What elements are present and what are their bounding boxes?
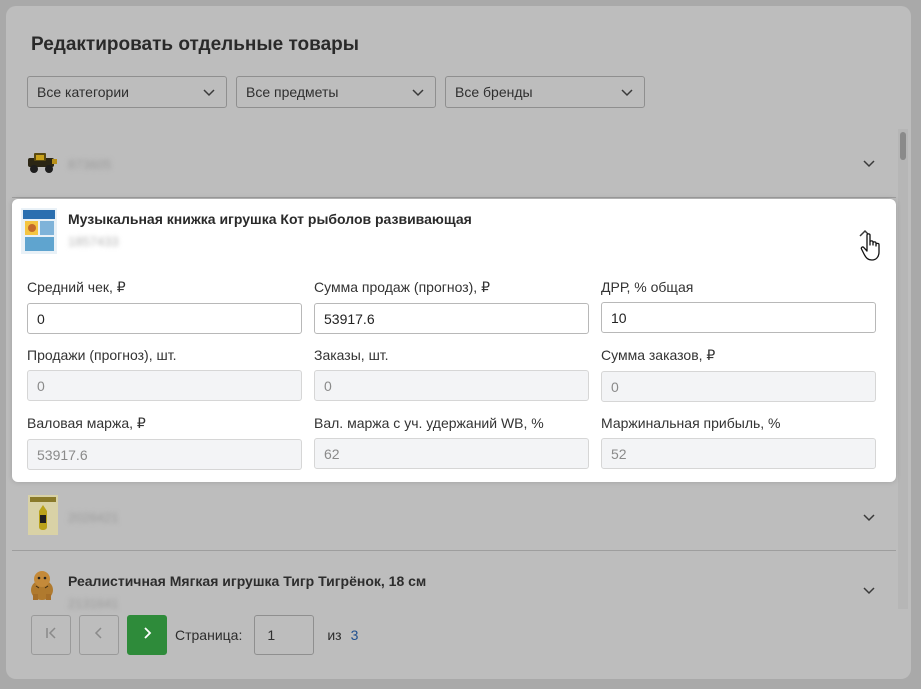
product-row[interactable]: 2026421: [12, 483, 896, 551]
chevron-down-icon: [202, 85, 216, 99]
filters-bar: Все категории Все предметы Все бренды: [27, 76, 645, 108]
product-name: Реалистичная Мягкая игрушка Тигр Тигрёно…: [68, 573, 427, 589]
product-sku: 2026421: [68, 510, 119, 525]
brand-select[interactable]: Все бренды: [445, 76, 645, 108]
page-number-input[interactable]: 1: [254, 615, 315, 655]
of-label: из: [327, 627, 342, 643]
product-sku: 2131641: [68, 596, 119, 611]
sales-forecast-qty-input: 0: [27, 370, 302, 401]
category-select[interactable]: Все категории: [27, 76, 227, 108]
product-thumbnail: [26, 493, 60, 542]
first-page-button[interactable]: [31, 615, 71, 655]
product-thumbnail: [21, 208, 57, 259]
chevron-left-icon: [92, 626, 106, 645]
subject-select-value: Все предметы: [246, 84, 339, 100]
orders-qty-field: Заказы, шт. 0: [314, 347, 589, 401]
scrollbar-thumb[interactable]: [900, 132, 906, 160]
field-label: Сумма заказов, ₽: [601, 347, 716, 363]
gross-margin-wb-field: Вал. маржа с уч. удержаний WB, % 62: [314, 415, 589, 469]
next-page-button[interactable]: [127, 615, 167, 655]
expanded-product-card: Музыкальная книжка игрушка Кот рыболов р…: [12, 199, 896, 482]
first-page-icon: [44, 626, 58, 645]
field-label: Продажи (прогноз), шт.: [27, 347, 177, 363]
subject-select[interactable]: Все предметы: [236, 76, 436, 108]
pagination: Страница: 1 из 3: [31, 615, 358, 655]
product-sku: 1857433: [68, 234, 119, 249]
page-title: Редактировать отдельные товары: [31, 34, 359, 55]
marginal-profit-field: Маржинальная прибыль, % 52: [601, 415, 876, 469]
gross-margin-input: 53917.6: [27, 439, 302, 470]
field-label: Сумма продаж (прогноз), ₽: [314, 279, 490, 295]
avg-check-field: Средний чек, ₽ 0: [27, 279, 302, 334]
product-thumbnail: [26, 568, 58, 607]
list-scrollbar[interactable]: [898, 129, 908, 609]
total-pages-link[interactable]: 3: [351, 627, 359, 643]
sales-sum-forecast-input[interactable]: 53917.6: [314, 303, 589, 334]
product-sku: 873605: [68, 157, 112, 172]
chevron-down-icon: [620, 85, 634, 99]
brand-select-value: Все бренды: [455, 84, 533, 100]
chevron-down-icon: [411, 85, 425, 99]
hand-pointer-icon: [860, 233, 884, 268]
gross-margin-wb-input: 62: [314, 438, 589, 469]
orders-qty-input: 0: [314, 370, 589, 401]
product-row[interactable]: Реалистичная Мягкая игрушка Тигр Тигрёно…: [12, 552, 896, 611]
orders-sum-field: Сумма заказов, ₽ 0: [601, 347, 876, 402]
chevron-down-icon[interactable]: [862, 510, 876, 529]
gross-margin-field: Валовая маржа, ₽ 53917.6: [27, 415, 302, 470]
drr-input[interactable]: 10: [601, 302, 876, 333]
page-label: Страница:: [175, 627, 243, 643]
category-select-value: Все категории: [37, 84, 129, 100]
avg-check-input[interactable]: 0: [27, 303, 302, 334]
marginal-profit-input: 52: [601, 438, 876, 469]
field-label: Заказы, шт.: [314, 347, 389, 363]
field-label: ДРР, % общая: [601, 279, 694, 295]
orders-sum-input: 0: [601, 371, 876, 402]
field-label: Вал. маржа с уч. удержаний WB, %: [314, 415, 544, 431]
product-name: Музыкальная книжка игрушка Кот рыболов р…: [68, 211, 472, 227]
field-label: Средний чек, ₽: [27, 279, 126, 295]
product-row[interactable]: 873605: [12, 130, 896, 198]
drr-field: ДРР, % общая 10: [601, 279, 876, 333]
sales-sum-forecast-field: Сумма продаж (прогноз), ₽ 53917.6: [314, 279, 589, 334]
field-label: Маржинальная прибыль, %: [601, 415, 781, 431]
chevron-down-icon[interactable]: [862, 583, 876, 602]
field-label: Валовая маржа, ₽: [27, 415, 146, 431]
sales-forecast-qty-field: Продажи (прогноз), шт. 0: [27, 347, 302, 401]
edit-products-modal: Редактировать отдельные товары Все катег…: [6, 6, 911, 679]
chevron-right-icon: [140, 626, 154, 645]
chevron-down-icon[interactable]: [862, 156, 876, 175]
product-thumbnail: [26, 150, 58, 179]
prev-page-button[interactable]: [79, 615, 119, 655]
